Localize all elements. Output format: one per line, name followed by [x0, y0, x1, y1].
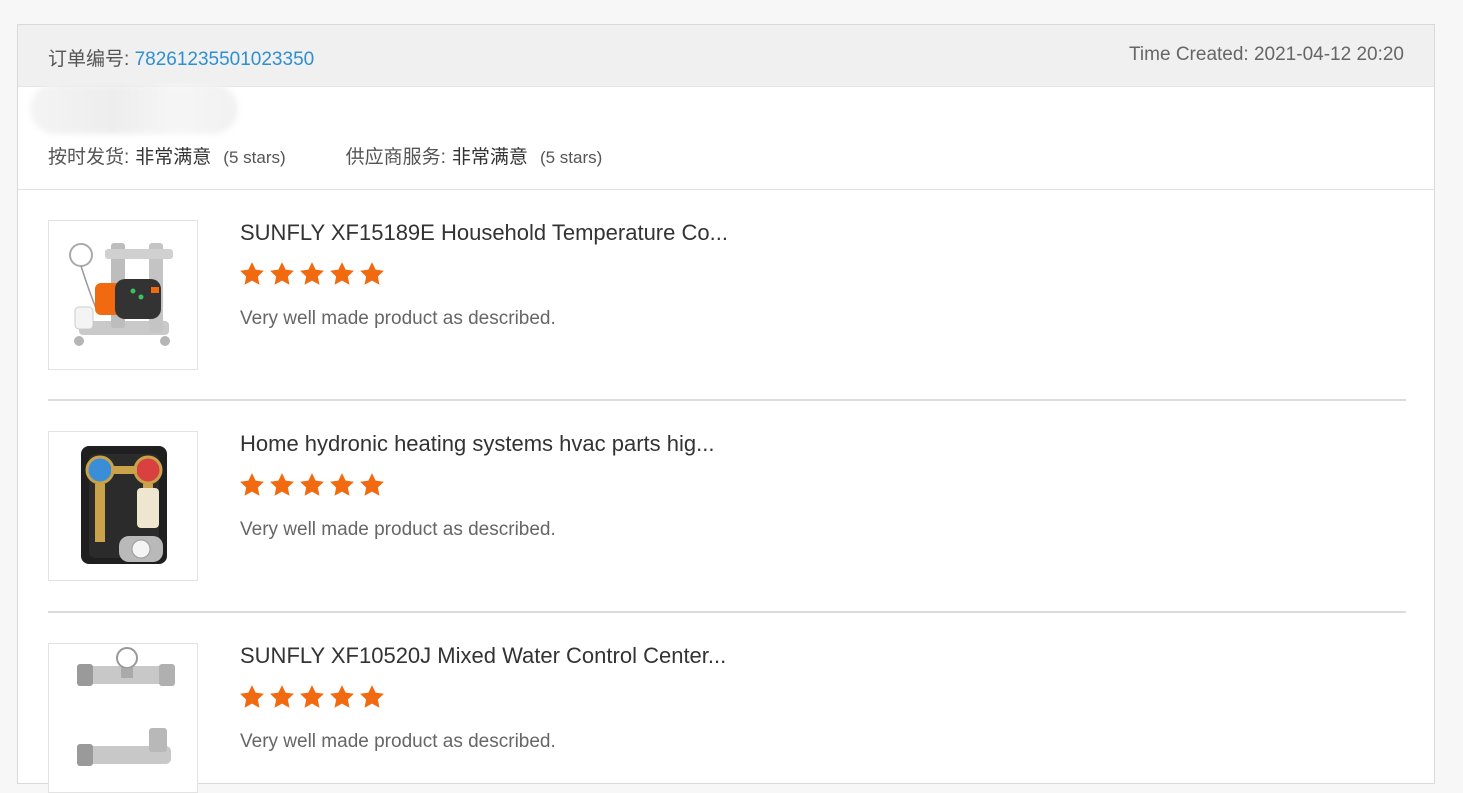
star-icon	[360, 262, 384, 285]
review-comment: Very well made product as described.	[240, 731, 556, 752]
star-icon	[360, 685, 384, 708]
star-icon	[240, 685, 264, 708]
mixing-valve-icon[interactable]	[48, 643, 198, 793]
review-stars	[238, 683, 386, 711]
review-item: SUNFLY XF15189E Household Temperature Co…	[48, 220, 1406, 370]
review-comment: Very well made product as described.	[240, 308, 556, 329]
rating-shipping: 按时发货: 非常满意 (5 stars)	[48, 142, 286, 169]
rating-supplier-service: 供应商服务: 非常满意 (5 stars)	[346, 142, 603, 169]
review-item: Home hydronic heating systems hvac parts…	[48, 431, 1406, 581]
star-icon	[270, 473, 294, 496]
blurred-buyer-name	[30, 84, 238, 134]
review-stars	[238, 471, 386, 499]
rating-stars-text: (5 stars)	[539, 148, 603, 167]
review-item: SUNFLY XF10520J Mixed Water Control Cent…	[48, 643, 1406, 793]
order-header: 订单编号: 78261235501023350 Time Created: 20…	[18, 25, 1434, 87]
rating-value: 非常满意	[451, 147, 528, 168]
order-review-card: 订单编号: 78261235501023350 Time Created: 20…	[17, 24, 1435, 793]
rating-stars-text: (5 stars)	[223, 148, 286, 167]
rating-label: 供应商服务:	[345, 147, 446, 168]
rating-label: 按时发货:	[48, 147, 130, 168]
item-divider	[48, 611, 1406, 613]
seller-ratings: 按时发货: 非常满意 (5 stars) 供应商服务: 非常满意 (5 star…	[48, 142, 602, 169]
order-number-label: 订单编号: 78261235501023350	[48, 44, 314, 71]
product-title-link[interactable]: SUNFLY XF15189E Household Temperature Co…	[240, 220, 728, 246]
pump-valve-assembly-icon[interactable]	[48, 220, 198, 370]
product-title-link[interactable]: SUNFLY XF10520J Mixed Water Control Cent…	[240, 643, 726, 669]
order-number-link[interactable]: 78261235501023350	[135, 49, 315, 70]
review-stars	[238, 260, 386, 288]
time-created: Time Created: 2021-04-12 20:20	[1129, 44, 1404, 65]
star-icon	[330, 685, 354, 708]
star-icon	[270, 685, 294, 708]
star-icon	[360, 473, 384, 496]
star-icon	[300, 685, 324, 708]
star-icon	[240, 262, 264, 285]
star-icon	[300, 473, 324, 496]
star-icon	[330, 473, 354, 496]
order-number-prefix: 订单编号:	[48, 49, 135, 70]
star-icon	[240, 473, 264, 496]
summary-divider	[18, 189, 1434, 190]
rating-value: 非常满意	[135, 147, 212, 168]
heating-pump-station-icon[interactable]	[48, 431, 198, 581]
review-comment: Very well made product as described.	[240, 519, 556, 540]
star-icon	[270, 262, 294, 285]
item-divider	[48, 399, 1406, 401]
star-icon	[330, 262, 354, 285]
star-icon	[300, 262, 324, 285]
product-title-link[interactable]: Home hydronic heating systems hvac parts…	[240, 431, 714, 457]
